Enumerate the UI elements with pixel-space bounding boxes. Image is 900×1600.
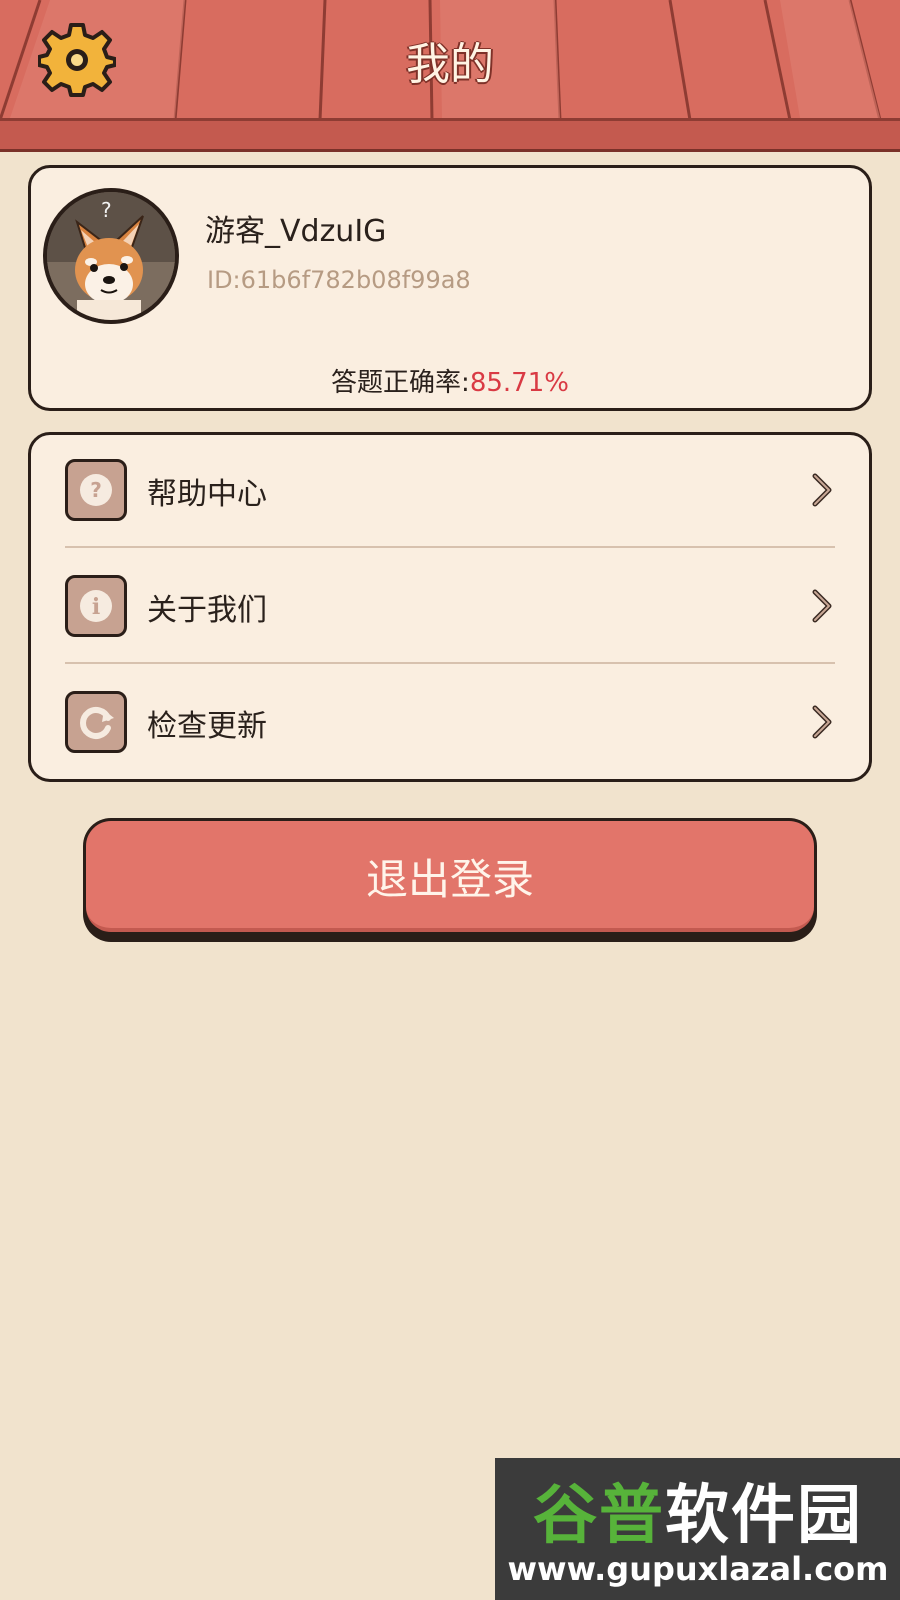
menu-divider [65,662,835,664]
info-icon: i [65,575,127,637]
profile-card: ? 游客_VdzuIG ID:61b6f782b08f99a8 答题正确率:85… [28,165,872,411]
menu-item-label: 帮助中心 [147,477,267,512]
accuracy-label: 答题正确率: [331,368,470,398]
watermark-brand: 谷普软件园 [503,1464,893,1556]
menu-card: ? 帮助中心 i 关于我们 检查更新 [28,432,872,782]
avatar-question-mark: ? [101,198,112,222]
logout-button[interactable]: 退出登录 [83,818,817,942]
menu-item-label: 关于我们 [147,593,267,628]
logout-button-label: 退出登录 [365,855,534,904]
menu-item-help-center[interactable]: ? 帮助中心 [65,435,835,541]
menu-divider [65,546,835,548]
chevron-right-icon [812,705,832,739]
accuracy-line: 答题正确率:85.71% [31,362,869,399]
page-title: 我的 [406,39,494,90]
question-icon: ? [65,459,127,521]
watermark: 谷普软件园 www.gupuxlazal.com [495,1458,900,1600]
user-id: ID:61b6f782b08f99a8 [207,266,471,294]
menu-item-label: 检查更新 [147,709,267,744]
menu-item-check-update[interactable]: 检查更新 [65,667,835,773]
avatar[interactable]: ? [43,188,179,324]
watermark-brand-green: 谷普 [533,1479,665,1553]
chevron-right-icon [812,473,832,507]
svg-text:?: ? [90,478,102,502]
header-bar: 我的 [0,0,900,152]
header-ledge [0,118,900,152]
accuracy-value: 85.71% [469,368,569,398]
watermark-url: www.gupuxlazal.com [507,1550,889,1588]
menu-item-about-us[interactable]: i 关于我们 [65,551,835,657]
refresh-icon [65,691,127,753]
chevron-right-icon [812,589,832,623]
svg-text:i: i [92,594,100,620]
username: 游客_VdzuIG [205,214,387,249]
watermark-brand-white: 软件园 [665,1479,863,1553]
